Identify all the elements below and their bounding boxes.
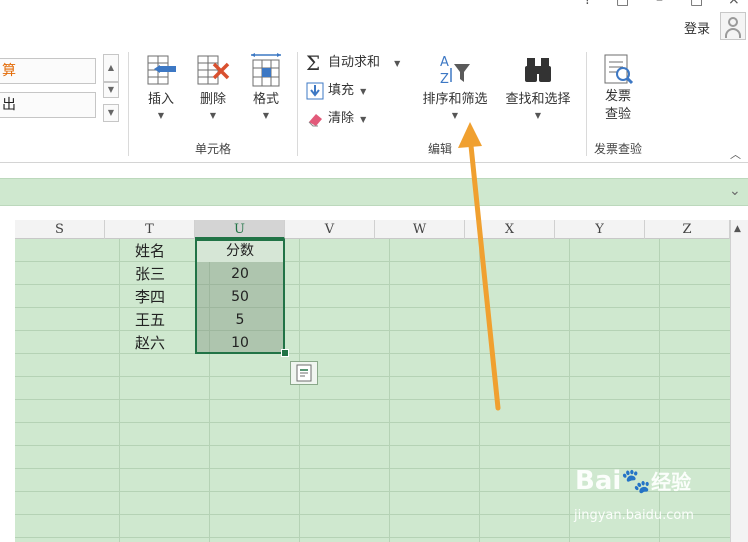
paw-icon: 🐾	[621, 467, 652, 495]
annotation-arrow	[458, 122, 501, 411]
watermark-brand-left: Bai	[575, 466, 622, 496]
baidu-jingyan-watermark: Bai🐾经验	[575, 466, 691, 496]
watermark-brand-right: 经验	[651, 470, 692, 494]
watermark-url: jingyan.baidu.com	[574, 508, 694, 523]
